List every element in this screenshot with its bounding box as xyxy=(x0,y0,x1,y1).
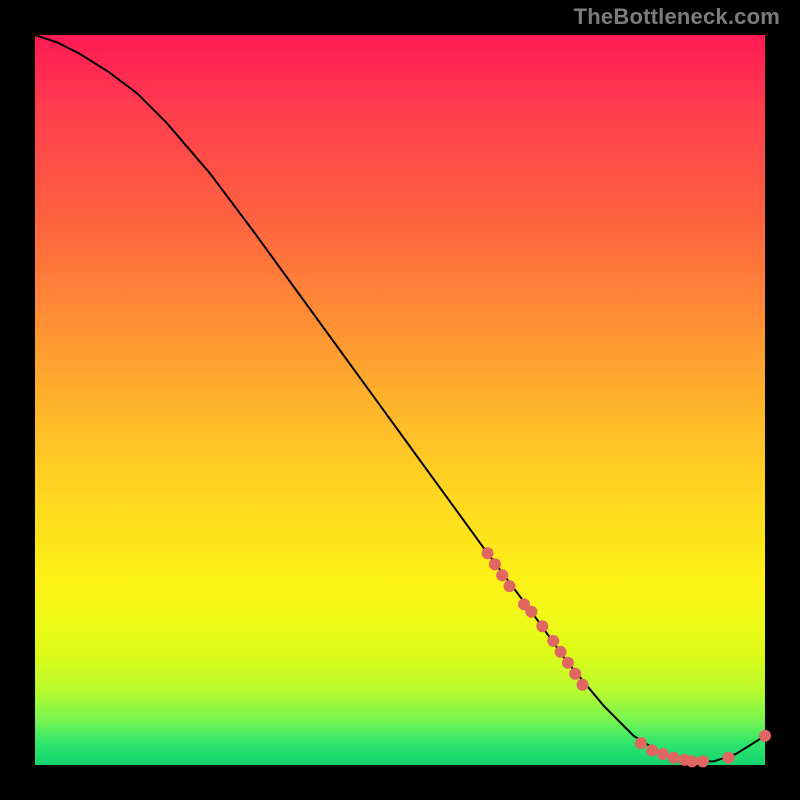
data-marker xyxy=(723,752,735,764)
data-marker xyxy=(668,752,680,764)
data-marker xyxy=(759,730,771,742)
data-marker xyxy=(496,569,508,581)
data-marker xyxy=(569,668,581,680)
data-marker xyxy=(635,737,647,749)
data-marker xyxy=(547,635,559,647)
bottleneck-curve xyxy=(35,35,765,761)
chart-overlay xyxy=(35,35,765,765)
data-marker xyxy=(489,558,501,570)
data-marker xyxy=(562,657,574,669)
data-marker xyxy=(577,679,589,691)
data-marker xyxy=(555,646,567,658)
chart-frame: TheBottleneck.com xyxy=(0,0,800,800)
plot-area xyxy=(35,35,765,765)
data-marker xyxy=(697,755,709,767)
data-marker xyxy=(657,748,669,760)
data-marker xyxy=(525,606,537,618)
data-marker xyxy=(646,744,658,756)
data-markers xyxy=(482,547,771,767)
data-marker xyxy=(536,620,548,632)
data-marker xyxy=(504,580,516,592)
data-marker xyxy=(686,755,698,767)
attribution-label: TheBottleneck.com xyxy=(574,4,780,30)
data-marker xyxy=(482,547,494,559)
